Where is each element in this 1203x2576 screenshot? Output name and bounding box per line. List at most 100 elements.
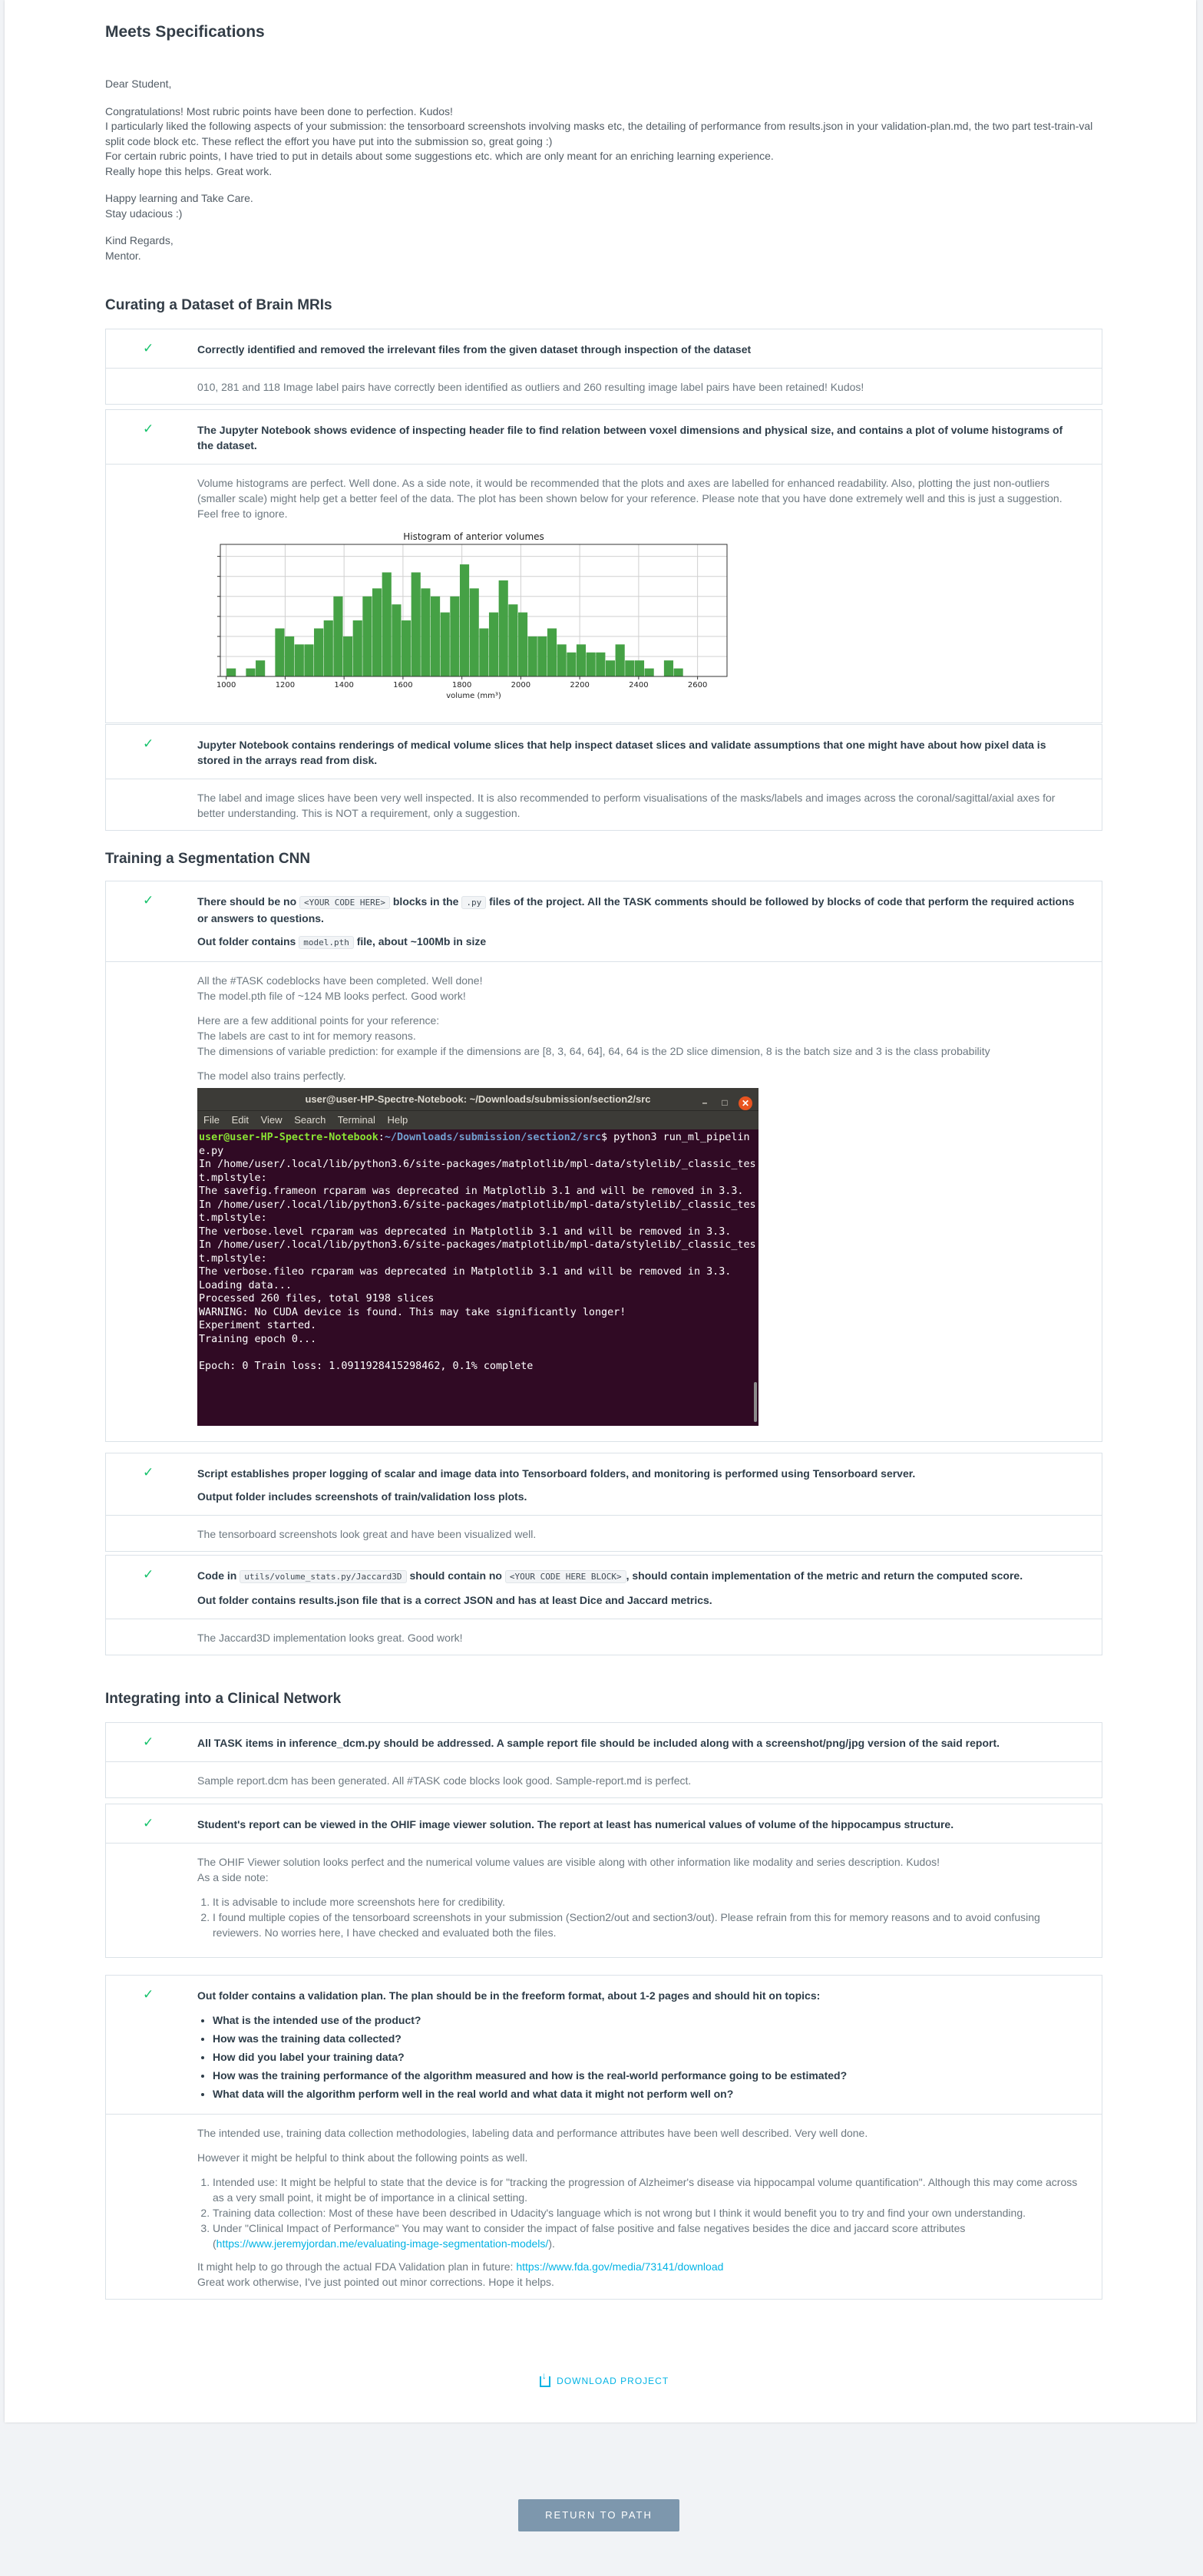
return-to-path-button[interactable]: RETURN TO PATH bbox=[518, 2499, 679, 2531]
criterion-part: There should be no bbox=[197, 895, 297, 908]
histogram-bar bbox=[285, 636, 295, 676]
check-icon: ✓ bbox=[143, 736, 154, 751]
review-text: The tensorboard screenshots look great a… bbox=[197, 1528, 537, 1540]
rubric-criterion: ✓ Out folder contains a validation plan.… bbox=[106, 1976, 1102, 2115]
terminal-menubar: File Edit View Search Terminal Help bbox=[197, 1110, 758, 1129]
check-icon: ✓ bbox=[143, 1987, 154, 2002]
histogram-bar bbox=[567, 652, 577, 676]
review-comment: Volume histograms are perfect. Well done… bbox=[106, 465, 1102, 723]
menu-view: View bbox=[260, 1114, 283, 1126]
rubric-criterion: ✓ Code in utils/volume_stats.py/Jaccard3… bbox=[106, 1556, 1102, 1619]
criterion-part: blocks in the bbox=[392, 895, 459, 908]
histogram-bar bbox=[411, 572, 421, 676]
histogram-bar bbox=[459, 564, 470, 676]
close-icon: ✕ bbox=[739, 1096, 752, 1110]
histogram-bar bbox=[226, 668, 236, 676]
prompt-separator: : bbox=[378, 1132, 385, 1143]
review-list: It is advisable to include more screensh… bbox=[197, 1894, 1079, 1940]
x-axis-label: volume (mm³) bbox=[446, 692, 501, 700]
histogram-bar bbox=[517, 612, 528, 676]
review-list: Intended use: It might be helpful to sta… bbox=[197, 2174, 1079, 2251]
x-tick-label: 2200 bbox=[570, 681, 589, 689]
histogram-bar bbox=[256, 660, 266, 676]
criterion-text: All TASK items in inference_dcm.py shoul… bbox=[197, 1737, 1000, 1749]
check-icon: ✓ bbox=[143, 1734, 154, 1749]
criterion-text: Out folder contains model.pth file, abou… bbox=[197, 934, 1079, 951]
review-page: Meets Specifications Dear Student, Congr… bbox=[5, 0, 1196, 2422]
rubric-criterion: ✓ The Jupyter Notebook shows evidence of… bbox=[106, 410, 1102, 465]
letter-body: Congratulations! Most rubric points have… bbox=[105, 104, 1103, 180]
prompt-user: user@user-HP-Spectre-Notebook bbox=[199, 1132, 378, 1143]
histogram-bar bbox=[333, 596, 343, 676]
list-item: It is advisable to include more screensh… bbox=[213, 1894, 1079, 1910]
histogram-bar bbox=[537, 636, 547, 676]
histogram-bar bbox=[323, 620, 333, 676]
criterion-part: Code in bbox=[197, 1569, 237, 1582]
histogram-bar bbox=[304, 644, 314, 676]
histogram-bar bbox=[625, 660, 635, 676]
review-text: Here are a few additional points for you… bbox=[197, 1013, 1079, 1059]
review-text: The label and image slices have been ver… bbox=[197, 792, 1056, 819]
list-item: How was the training performance of the … bbox=[213, 2066, 1079, 2085]
section-title-training: Training a Segmentation CNN bbox=[105, 851, 311, 867]
list-item: Training data collection: Most of these … bbox=[213, 2205, 1079, 2221]
x-tick-label: 2000 bbox=[511, 681, 530, 689]
download-project-link[interactable]: DOWNLOAD PROJECT bbox=[105, 2370, 1103, 2387]
review-text: The Jaccard3D implementation looks great… bbox=[197, 1632, 463, 1644]
terminal-titlebar: user@user-HP-Spectre-Notebook: ~/Downloa… bbox=[197, 1088, 758, 1110]
evaluating-segmentation-link[interactable]: https://www.jeremyjordan.me/evaluating-i… bbox=[216, 2237, 549, 2250]
histogram-bar bbox=[596, 652, 606, 676]
rubric-card: ✓ Out folder contains a validation plan.… bbox=[105, 1975, 1102, 2300]
list-item: Intended use: It might be helpful to sta… bbox=[213, 2174, 1079, 2205]
chart-title: Histogram of anterior volumes bbox=[403, 531, 544, 542]
x-tick-label: 2600 bbox=[688, 681, 707, 689]
histogram-bar bbox=[605, 660, 616, 676]
letter-signoff: Kind Regards, Mentor. bbox=[105, 233, 1103, 263]
terminal-screenshot: user@user-HP-Spectre-Notebook: ~/Downloa… bbox=[197, 1088, 758, 1426]
rubric-card: ✓ There should be no <YOUR CODE HERE> bl… bbox=[105, 881, 1102, 1442]
histogram-bar bbox=[644, 668, 654, 676]
x-tick-label: 2400 bbox=[629, 681, 648, 689]
histogram-bar bbox=[372, 588, 382, 676]
review-line: Here are a few additional points for you… bbox=[197, 1014, 440, 1027]
rubric-card: ✓ Correctly identified and removed the i… bbox=[105, 329, 1102, 405]
letter-p2: I particularly liked the following aspec… bbox=[105, 120, 1093, 147]
list-item: What data will the algorithm perform wel… bbox=[213, 2085, 1079, 2103]
histogram-bar bbox=[440, 612, 450, 676]
review-comment: The Jaccard3D implementation looks great… bbox=[106, 1619, 1102, 1655]
rubric-criterion: ✓ There should be no <YOUR CODE HERE> bl… bbox=[106, 881, 1102, 962]
review-line: Great work otherwise, I've just pointed … bbox=[197, 2276, 554, 2288]
list-item: What is the intended use of the product? bbox=[213, 2011, 1079, 2029]
rubric-card: ✓ The Jupyter Notebook shows evidence of… bbox=[105, 409, 1102, 723]
rubric-criterion: ✓ Correctly identified and removed the i… bbox=[106, 329, 1102, 369]
histogram-bar bbox=[527, 636, 537, 676]
histogram-bar bbox=[663, 660, 674, 676]
histogram-bar bbox=[421, 588, 431, 676]
histogram-bar bbox=[382, 572, 392, 676]
check-icon: ✓ bbox=[143, 422, 154, 436]
rubric-card: ✓ Jupyter Notebook contains renderings o… bbox=[105, 724, 1102, 831]
letter-closing-1: Happy learning and Take Care. bbox=[105, 192, 253, 204]
rubric-criterion: ✓ Jupyter Notebook contains renderings o… bbox=[106, 725, 1102, 779]
histogram-bar bbox=[547, 628, 557, 676]
volume-histogram: Histogram of anterior volumes 1000 1200 140… bbox=[197, 531, 735, 707]
download-icon bbox=[539, 2370, 550, 2387]
terminal-title: user@user-HP-Spectre-Notebook: ~/Downloa… bbox=[305, 1093, 651, 1105]
criterion-text: Script establishes proper logging of sca… bbox=[197, 1467, 916, 1480]
terminal-scrollbar bbox=[754, 1382, 757, 1422]
page-title: Meets Specifications bbox=[105, 23, 265, 41]
histogram-bar bbox=[430, 596, 441, 676]
list-item-text: ). bbox=[548, 2237, 555, 2250]
criterion-topics: What is the intended use of the product?… bbox=[197, 2011, 1079, 2103]
histogram-bar bbox=[450, 596, 460, 676]
minimize-icon: – bbox=[702, 1097, 708, 1108]
section-title-curating: Curating a Dataset of Brain MRIs bbox=[105, 297, 332, 313]
rubric-criterion: ✓ Script establishes proper logging of s… bbox=[106, 1453, 1102, 1516]
inline-code: utils/volume_stats.py/Jaccard3D bbox=[240, 1570, 407, 1583]
criterion-text: Jupyter Notebook contains renderings of … bbox=[197, 739, 1046, 766]
check-icon: ✓ bbox=[143, 893, 154, 908]
list-item: How did you label your training data? bbox=[213, 2048, 1079, 2066]
fda-validation-link[interactable]: https://www.fda.gov/media/73141/download bbox=[516, 2260, 723, 2273]
criterion-text: The Jupyter Notebook shows evidence of i… bbox=[197, 424, 1063, 451]
histogram-bar bbox=[246, 668, 256, 676]
